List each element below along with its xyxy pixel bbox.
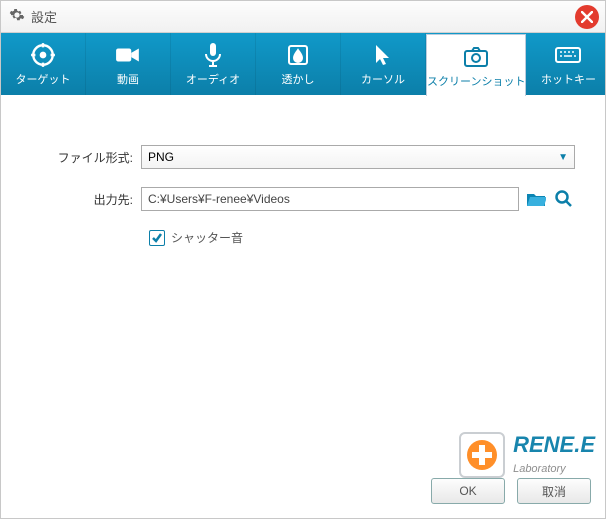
tab-label: カーソル bbox=[361, 71, 405, 87]
tab-target[interactable]: ターゲット bbox=[1, 33, 86, 95]
brand-logo-icon bbox=[459, 432, 505, 478]
tab-hotkey[interactable]: ホットキー bbox=[526, 33, 606, 95]
camera-icon bbox=[463, 43, 489, 71]
target-icon bbox=[30, 41, 56, 69]
caret-down-icon: ▼ bbox=[558, 152, 568, 163]
settings-window: 設定 ターゲット 動画 オーディオ 透かし カーソル スクリーンショット bbox=[0, 0, 606, 519]
tab-label: ターゲット bbox=[16, 71, 71, 87]
tab-screenshot[interactable]: スクリーンショット bbox=[426, 34, 526, 96]
watermark-icon bbox=[286, 41, 310, 69]
format-label: ファイル形式: bbox=[31, 149, 141, 166]
brand-watermark: RENE.E Laboratory bbox=[459, 432, 595, 478]
shutter-row: シャッター音 bbox=[149, 229, 575, 246]
video-icon bbox=[115, 41, 141, 69]
output-value: C:¥Users¥F-renee¥Videos bbox=[148, 192, 290, 206]
tab-label: オーディオ bbox=[186, 71, 240, 87]
ok-button[interactable]: OK bbox=[431, 478, 505, 504]
brand-text: RENE.E Laboratory bbox=[513, 435, 595, 475]
format-value: PNG bbox=[148, 150, 174, 164]
output-row: 出力先: C:¥Users¥F-renee¥Videos bbox=[31, 187, 575, 211]
output-label: 出力先: bbox=[31, 191, 141, 208]
titlebar: 設定 bbox=[1, 1, 605, 33]
tab-label: 動画 bbox=[117, 71, 139, 87]
close-button[interactable] bbox=[575, 5, 599, 29]
content-area: ファイル形式: PNG ▼ 出力先: C:¥Users¥F-renee¥Vide… bbox=[1, 95, 605, 468]
footer-buttons: OK 取消 bbox=[431, 478, 591, 504]
tab-label: ホットキー bbox=[541, 71, 596, 87]
tab-label: スクリーンショット bbox=[427, 73, 525, 89]
window-title: 設定 bbox=[31, 7, 57, 26]
tab-bar: ターゲット 動画 オーディオ 透かし カーソル スクリーンショット ホットキー bbox=[1, 33, 605, 95]
cursor-icon bbox=[373, 41, 393, 69]
tab-video[interactable]: 動画 bbox=[86, 33, 171, 95]
tab-watermark[interactable]: 透かし bbox=[256, 33, 341, 95]
browse-button[interactable] bbox=[553, 188, 575, 210]
format-row: ファイル形式: PNG ▼ bbox=[31, 145, 575, 169]
cancel-button[interactable]: 取消 bbox=[517, 478, 591, 504]
shutter-label: シャッター音 bbox=[171, 229, 243, 246]
shutter-checkbox[interactable] bbox=[149, 230, 165, 246]
open-explorer-button[interactable] bbox=[525, 188, 547, 210]
output-path-input[interactable]: C:¥Users¥F-renee¥Videos bbox=[141, 187, 519, 211]
keyboard-icon bbox=[554, 41, 582, 69]
format-select[interactable]: PNG ▼ bbox=[141, 145, 575, 169]
tab-audio[interactable]: オーディオ bbox=[171, 33, 256, 95]
mic-icon bbox=[201, 41, 225, 69]
tab-label: 透かし bbox=[282, 71, 315, 87]
settings-icon bbox=[9, 7, 25, 26]
tab-cursor[interactable]: カーソル bbox=[341, 33, 426, 95]
